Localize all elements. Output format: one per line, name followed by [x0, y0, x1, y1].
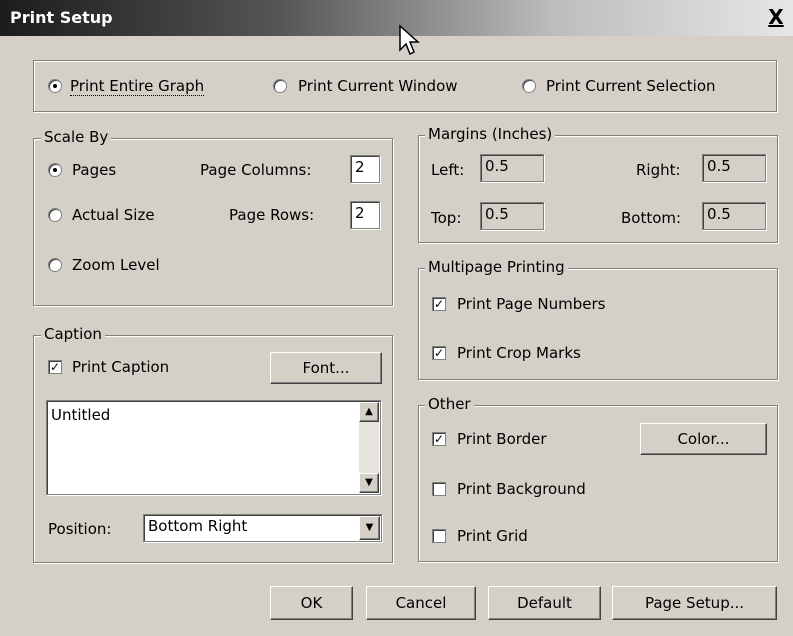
caption-legend: Caption	[41, 325, 105, 343]
left-margin-label: Left:	[431, 161, 465, 179]
print-grid-label[interactable]: Print Grid	[457, 527, 528, 545]
print-crop-marks-label[interactable]: Print Crop Marks	[457, 344, 581, 362]
position-select[interactable]: Bottom Right	[143, 514, 382, 542]
top-margin-label: Top:	[431, 209, 462, 227]
left-margin-input[interactable]: 0.5	[480, 154, 544, 182]
print-border-label[interactable]: Print Border	[457, 430, 547, 448]
other-legend: Other	[425, 395, 474, 413]
mouse-cursor-icon	[399, 24, 420, 56]
top-margin-input[interactable]: 0.5	[480, 202, 544, 230]
print-page-numbers-label[interactable]: Print Page Numbers	[457, 295, 605, 313]
multipage-printing-legend: Multipage Printing	[425, 258, 568, 276]
right-margin-input[interactable]: 0.5	[702, 154, 766, 182]
default-button[interactable]: Default	[488, 586, 601, 620]
scroll-up-icon[interactable]: ▲	[359, 402, 379, 422]
title-bar[interactable]	[0, 0, 793, 36]
print-page-numbers-checkbox[interactable]: ✓	[432, 297, 446, 311]
page-setup-button[interactable]: Page Setup...	[612, 586, 777, 620]
position-label: Position:	[48, 520, 112, 538]
print-crop-marks-checkbox[interactable]: ✓	[432, 346, 446, 360]
scroll-down-icon[interactable]: ▼	[359, 473, 379, 493]
bottom-margin-input[interactable]: 0.5	[702, 202, 766, 230]
radio-print-current-window[interactable]	[273, 79, 287, 93]
chevron-down-icon[interactable]: ▼	[359, 516, 380, 540]
caption-text: Untitled	[51, 406, 111, 424]
caption-textarea[interactable]: Untitled	[46, 400, 381, 495]
cancel-button[interactable]: Cancel	[366, 586, 476, 620]
page-columns-label: Page Columns:	[200, 161, 312, 179]
page-rows-label: Page Rows:	[229, 206, 315, 224]
zoom-level-label[interactable]: Zoom Level	[72, 256, 160, 274]
radio-actual-size[interactable]	[48, 208, 62, 222]
window-title: Print Setup	[10, 8, 113, 27]
page-rows-input[interactable]: 2	[350, 201, 380, 229]
print-background-label[interactable]: Print Background	[457, 480, 586, 498]
radio-print-current-selection[interactable]	[522, 79, 536, 93]
print-border-checkbox[interactable]: ✓	[432, 432, 446, 446]
radio-pages[interactable]	[48, 163, 62, 177]
radio-zoom-level[interactable]	[48, 258, 62, 272]
print-background-checkbox[interactable]	[432, 482, 446, 496]
print-entire-graph-label[interactable]: Print Entire Graph	[70, 77, 205, 96]
print-caption-label[interactable]: Print Caption	[72, 358, 169, 376]
ok-button[interactable]: OK	[270, 586, 353, 620]
actual-size-label[interactable]: Actual Size	[72, 206, 155, 224]
color-button[interactable]: Color...	[640, 423, 767, 455]
font-button[interactable]: Font...	[270, 352, 382, 384]
multipage-printing-group	[418, 268, 778, 380]
scale-by-legend: Scale By	[41, 128, 112, 146]
print-caption-checkbox[interactable]: ✓	[48, 360, 62, 374]
radio-print-entire-graph[interactable]	[48, 79, 62, 93]
page-columns-input[interactable]: 2	[350, 155, 380, 183]
right-margin-label: Right:	[636, 161, 681, 179]
pages-label[interactable]: Pages	[72, 161, 116, 179]
close-icon[interactable]: X	[765, 6, 787, 28]
margins-legend: Margins (Inches)	[425, 125, 556, 143]
bottom-margin-label: Bottom:	[621, 209, 682, 227]
print-current-selection-label[interactable]: Print Current Selection	[546, 77, 716, 95]
print-current-window-label[interactable]: Print Current Window	[298, 77, 458, 95]
print-grid-checkbox[interactable]	[432, 529, 446, 543]
